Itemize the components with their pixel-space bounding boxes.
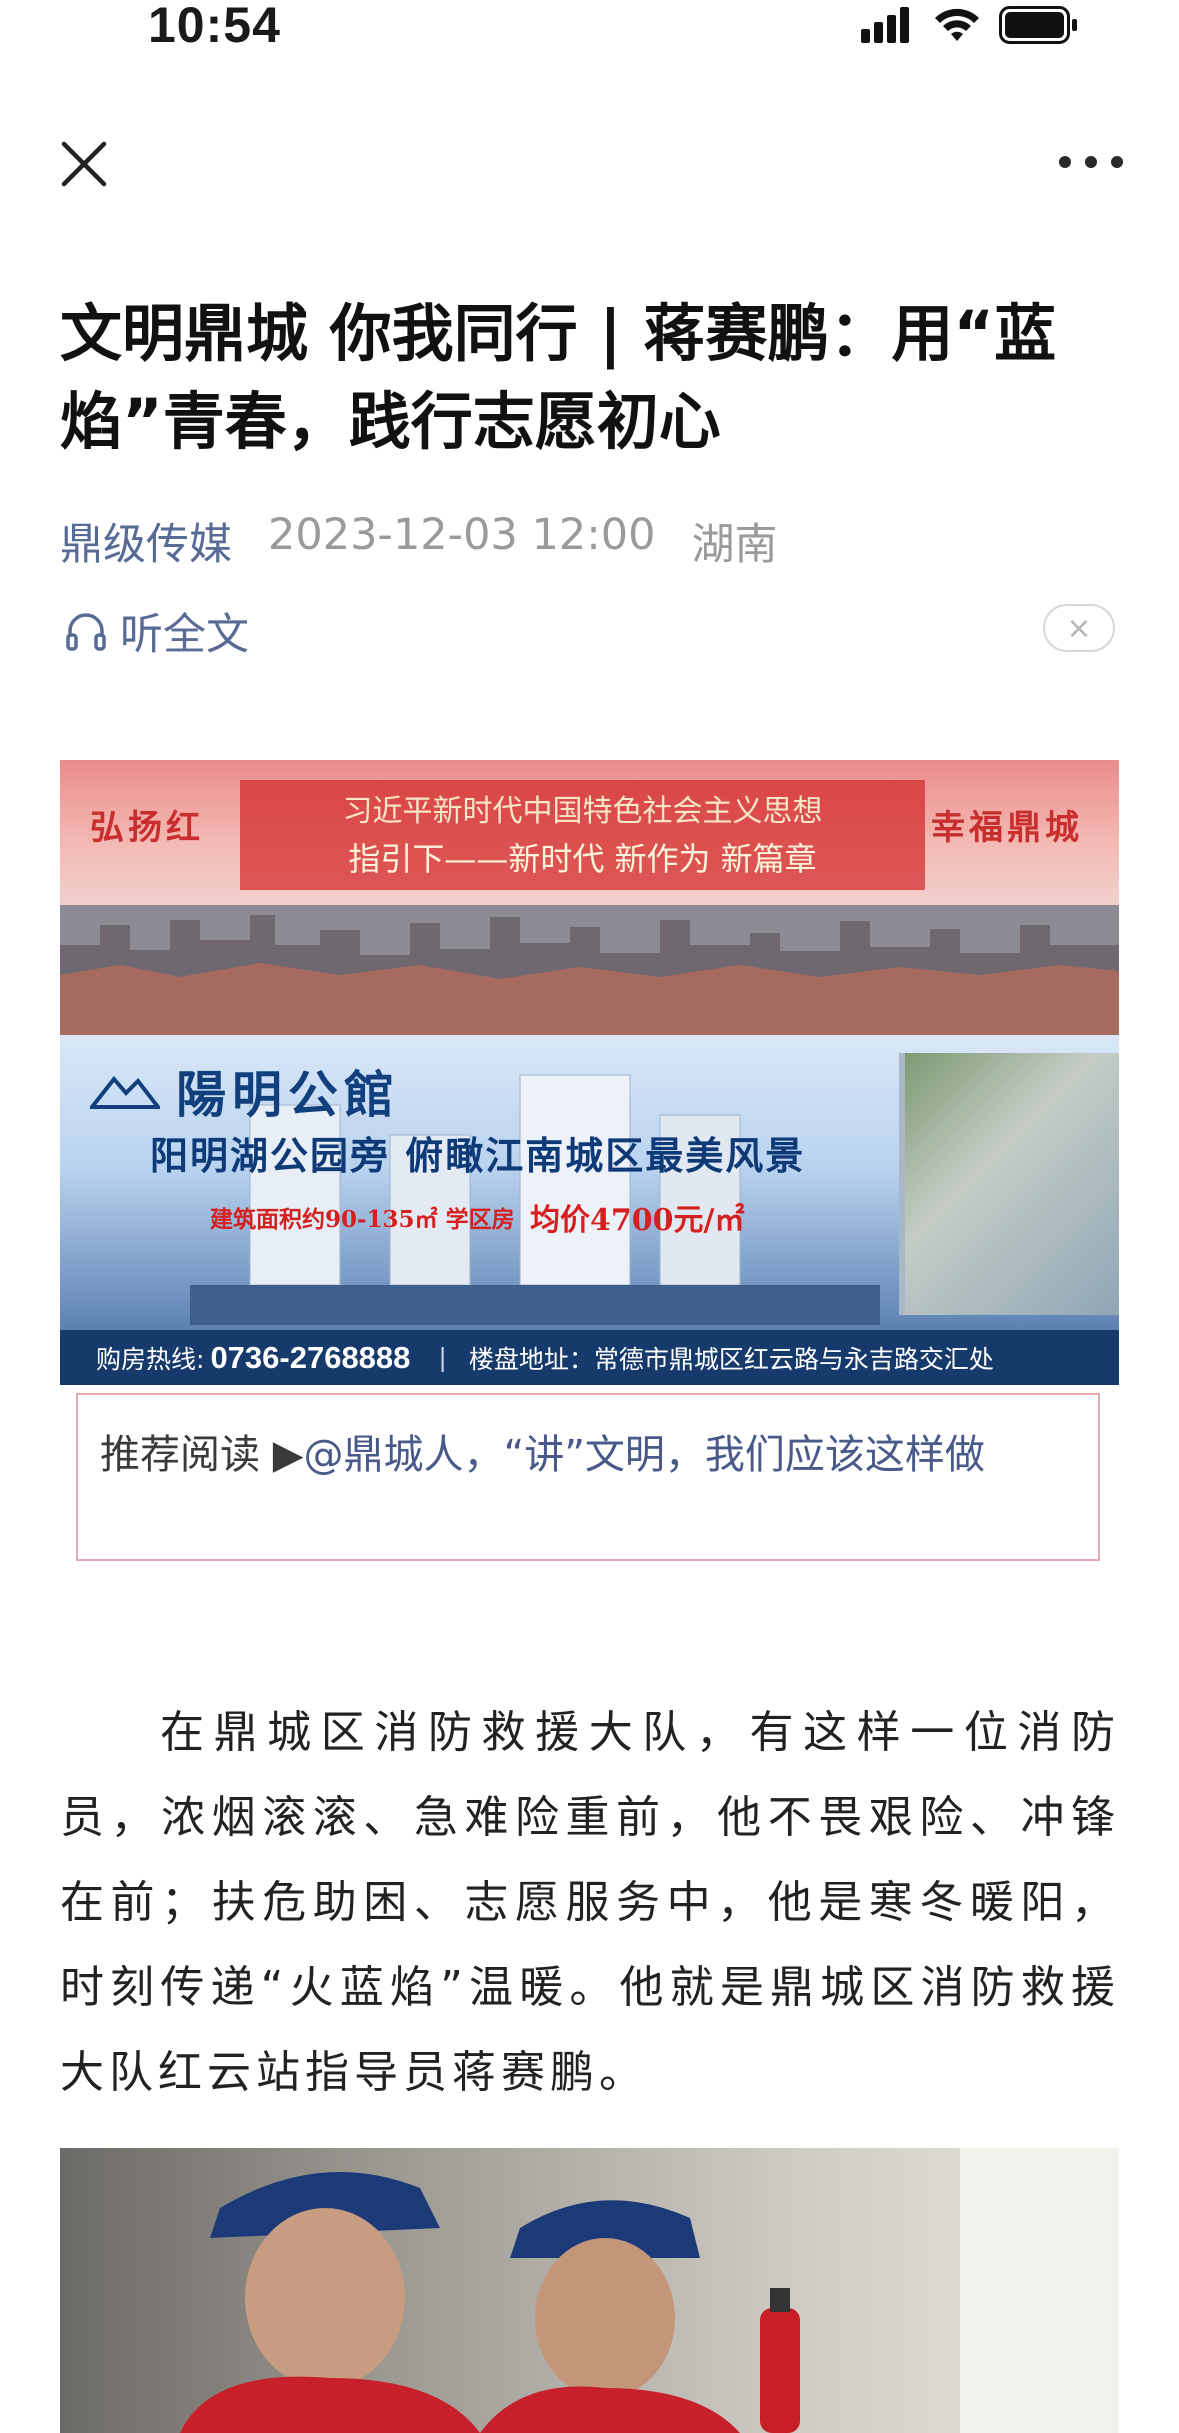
signal-icon <box>861 7 909 43</box>
banner-area-text: 建筑面积约90-135㎡ 学区房 <box>210 1206 515 1233</box>
recommend-link[interactable]: @鼎城人，“讲”文明，我们应该这样做 <box>303 1432 984 1478</box>
banner-slogan-right: 幸福鼎城 <box>931 808 1083 848</box>
listen-close-button[interactable]: × <box>1043 604 1115 652</box>
article-datetime: 2023-12-03 12:00 <box>268 510 656 560</box>
article-title: 文明鼎城 你我同行 | 蒋赛鹏：用“蓝焰”青春，践行志愿初心 <box>60 297 1057 458</box>
close-button[interactable] <box>58 138 110 190</box>
battery-icon <box>999 6 1077 44</box>
more-icon <box>1059 156 1071 168</box>
banner-box-line1: 习近平新时代中国特色社会主义思想 <box>342 794 823 829</box>
status-time: 10:54 <box>148 0 281 53</box>
banner-slogan-box: 习近平新时代中国特色社会主义思想 指引下——新时代 新作为 新篇章 <box>240 780 925 890</box>
recommend-box[interactable]: 推荐阅读 ▶@鼎城人，“讲”文明，我们应该这样做 <box>76 1393 1100 1561</box>
hotline-number: 0736-2768888 <box>210 1339 411 1375</box>
article-meta: 鼎级传媒 2023-12-03 12:00 湖南 <box>60 510 777 572</box>
article-photo <box>60 2148 1119 2433</box>
banner-property: 陽明公館 阳明湖公园旁 俯瞰江南城区最美风景 建筑面积约90-135㎡ 学区房 … <box>60 1035 1119 1330</box>
listen-label: 听全文 <box>120 610 249 660</box>
hotline-label: 购房热线: <box>96 1344 205 1374</box>
aerial-view-image <box>899 1053 1119 1315</box>
banner-slogan-left: 弘扬红 <box>90 808 204 848</box>
developer-logo: 陽明公館 <box>90 1055 400 1127</box>
banner-footer: 购房热线: 0736-2768888 | 楼盘地址：常德市鼎城区红云路与永吉路交… <box>60 1330 1119 1385</box>
article-location: 湖南 <box>691 520 778 570</box>
property-address: 楼盘地址：常德市鼎城区红云路与永吉路交汇处 <box>468 1344 994 1374</box>
mountain-logo-icon <box>90 1075 160 1109</box>
city-skyline-image <box>60 905 1119 1035</box>
banner-price-text: 均价4700元/㎡ <box>530 1203 745 1238</box>
listen-button[interactable]: 听全文 <box>64 600 249 662</box>
footer-separator: | <box>438 1343 447 1372</box>
article-paragraph: 在鼎城区消防救援大队，有这样一位消防员，浓烟滚滚、急难险重前，他不畏艰险、冲锋在… <box>60 1707 1120 2098</box>
wifi-icon <box>935 8 979 41</box>
status-icons <box>861 6 1079 44</box>
developer-name: 陽明公館 <box>176 1065 400 1124</box>
recommend-label: 推荐阅读 ▶ <box>100 1432 304 1478</box>
close-icon <box>61 141 107 187</box>
firefighters-photo <box>180 2148 1119 2433</box>
banner-headline: 阳明湖公园旁 俯瞰江南城区最美风景 <box>150 1133 806 1178</box>
close-small-icon: × <box>1066 610 1092 646</box>
banner-box-line2: 指引下——新时代 新作为 新篇章 <box>348 840 817 878</box>
more-button[interactable] <box>1059 150 1123 174</box>
headphones-icon <box>66 613 106 651</box>
banner-ad[interactable]: 弘扬红 幸福鼎城 习近平新时代中国特色社会主义思想 指引下——新时代 新作为 新… <box>60 760 1119 1385</box>
status-bar: 10:54 <box>0 0 1179 60</box>
article-source-link[interactable]: 鼎级传媒 <box>60 510 232 572</box>
banner-cityscape: 弘扬红 幸福鼎城 习近平新时代中国特色社会主义思想 指引下——新时代 新作为 新… <box>60 760 1119 1035</box>
